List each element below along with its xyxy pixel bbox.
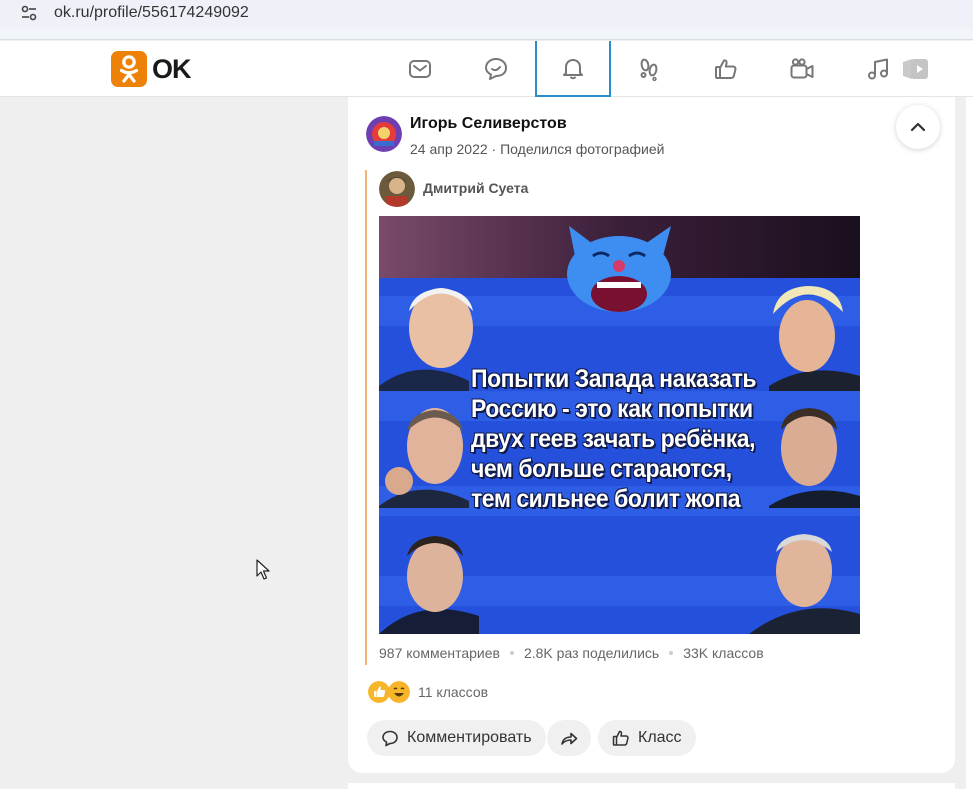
video-camera-icon [790, 58, 814, 79]
cat-drawing [567, 226, 671, 312]
nav-events[interactable] [688, 41, 764, 97]
envelope-icon [409, 60, 431, 78]
stats-dot [509, 651, 514, 655]
bell-icon [563, 59, 583, 80]
thumbs-up-icon [612, 730, 629, 746]
post-date[interactable]: 24 апр 2022 [410, 141, 488, 157]
original-author-name[interactable]: Дмитрий Суета [423, 180, 528, 196]
share-arrow-icon [561, 732, 578, 745]
post-meta: 24 апр 2022 · Поделился фотографией [410, 141, 664, 157]
browser-url-bar: ok.ru/profile/556174249092 [0, 0, 973, 40]
repost-indicator-line [365, 170, 367, 665]
reactions-row[interactable]: 11 классов [368, 681, 488, 703]
original-author-avatar[interactable] [379, 171, 415, 207]
meta-separator: · [491, 141, 497, 157]
author-name[interactable]: Игорь Селиверстов [410, 115, 567, 133]
chevron-up-icon [910, 122, 926, 132]
url-text: ok.ru/profile/556174249092 [54, 4, 249, 21]
nav-messages[interactable] [382, 41, 458, 97]
photo-caption-text: Попытки Запада наказать Россию - это как… [471, 365, 757, 513]
stats-dot [669, 651, 674, 655]
comment-button-label: Комментировать [407, 729, 532, 746]
laugh-reaction-icon [388, 681, 410, 703]
next-post-edge [348, 783, 955, 789]
footprints-icon [640, 58, 658, 82]
like-button-label: Класс [638, 729, 682, 746]
thumbs-up-icon [715, 59, 737, 79]
shares-count[interactable]: 2.8K раз поделились [524, 645, 659, 661]
nav-guests[interactable] [611, 41, 687, 97]
comment-button[interactable]: Комментировать [367, 720, 546, 756]
like-reaction-icon [368, 681, 390, 703]
site-settings-icon[interactable] [20, 4, 38, 22]
right-column-edge [966, 97, 973, 789]
likes-count[interactable]: 33K классов [683, 645, 763, 661]
post-action: Поделился фотографией [500, 141, 665, 157]
feed-post-card: Игорь Селиверстов 24 апр 2022 · Поделилс… [348, 97, 955, 773]
mouse-cursor-icon [256, 559, 270, 580]
comment-icon [382, 730, 398, 747]
chat-bubbles-icon [485, 58, 507, 80]
post-photo[interactable]: Попытки Запада наказать Россию - это как… [379, 216, 860, 634]
author-avatar[interactable] [366, 116, 402, 152]
nav-discussions[interactable] [458, 41, 534, 97]
ok-logo[interactable]: OK [111, 51, 191, 87]
logo-text: OK [152, 54, 191, 84]
scroll-up-button[interactable] [896, 105, 940, 149]
nav-video[interactable] [764, 41, 840, 97]
share-button[interactable] [547, 720, 591, 756]
ok-logo-icon [111, 51, 147, 87]
nav-notifications[interactable] [535, 41, 611, 97]
address-field[interactable]: ok.ru/profile/556174249092 [0, 0, 973, 28]
comments-count[interactable]: 987 комментариев [379, 645, 500, 661]
like-button[interactable]: Класс [598, 720, 696, 756]
site-header: OK [0, 41, 973, 97]
play-icon [903, 59, 928, 79]
music-note-icon [868, 58, 888, 80]
nav-games[interactable] [900, 41, 948, 97]
post-stats: 987 комментариев 2.8K раз поделились 33K… [379, 645, 764, 661]
reactions-count[interactable]: 11 классов [418, 684, 488, 700]
